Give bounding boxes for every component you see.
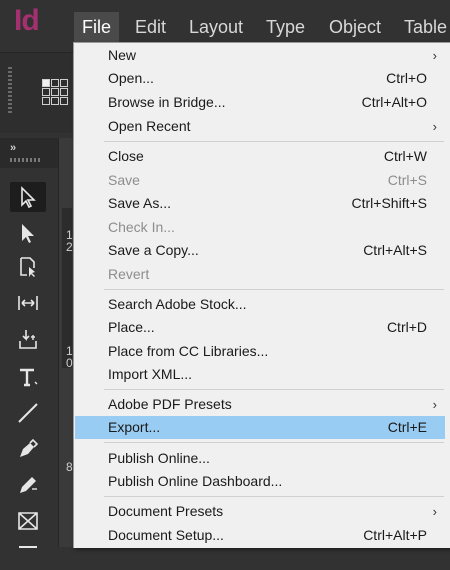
menu-item-revert: Revert xyxy=(108,266,150,282)
page-tool[interactable] xyxy=(10,252,46,282)
content-collector-tool[interactable] xyxy=(10,324,46,354)
control-panel xyxy=(0,53,72,133)
menu-item-document-presets[interactable]: Document Presets › xyxy=(75,500,445,523)
menu-item-place[interactable]: Place... Ctrl+D xyxy=(75,316,445,339)
menu-type[interactable]: Type xyxy=(258,12,313,42)
menu-separator xyxy=(104,442,444,443)
menu-item-save-as[interactable]: Save As... Ctrl+Shift+S xyxy=(75,192,445,215)
direct-selection-arrow-icon xyxy=(22,224,34,243)
menu-item-document-setup[interactable]: Document Setup... Ctrl+Alt+P xyxy=(75,524,445,547)
menu-separator xyxy=(104,141,444,142)
menu-item-save-a-copy[interactable]: Save a Copy... Ctrl+Alt+S xyxy=(75,239,445,262)
type-tool[interactable] xyxy=(10,362,46,392)
direct-selection-tool[interactable] xyxy=(10,218,46,248)
pen-tool-icon xyxy=(20,438,39,457)
menu-item-search-adobe-stock[interactable]: Search Adobe Stock... xyxy=(75,293,445,316)
doc-mark: 8 xyxy=(66,460,73,474)
menu-item-browse-in-bridge[interactable]: Browse in Bridge... Ctrl+Alt+O xyxy=(75,91,445,114)
submenu-arrow-icon: › xyxy=(432,48,437,63)
menu-layout[interactable]: Layout xyxy=(181,12,251,42)
menu-file[interactable]: File xyxy=(74,12,120,42)
menu-item-export[interactable]: Export... Ctrl+E xyxy=(75,416,445,439)
menu-item-place-from-cc-libraries[interactable]: Place from CC Libraries... xyxy=(75,340,445,363)
selection-tool[interactable] xyxy=(10,182,46,212)
pen-tool[interactable] xyxy=(10,434,46,464)
pencil-tool-icon xyxy=(20,477,37,493)
menu-object[interactable]: Object xyxy=(321,12,389,42)
content-collector-icon xyxy=(19,330,37,349)
type-tool-icon xyxy=(20,368,38,387)
menu-item-close[interactable]: Close Ctrl+W xyxy=(75,145,445,168)
line-tool[interactable] xyxy=(10,398,46,428)
selection-arrow-icon xyxy=(21,186,36,209)
menu-separator xyxy=(104,389,444,390)
collapse-icon[interactable]: » xyxy=(10,142,16,154)
menu-edit[interactable]: Edit xyxy=(127,12,174,42)
menu-table[interactable]: Table xyxy=(396,12,450,42)
submenu-arrow-icon: › xyxy=(432,397,437,412)
submenu-arrow-icon: › xyxy=(432,119,437,134)
reference-point-icon[interactable] xyxy=(42,79,70,113)
menu-item-adobe-pdf-presets[interactable]: Adobe PDF Presets › xyxy=(75,393,445,416)
menu-separator xyxy=(104,289,444,290)
menu-item-save: Save Ctrl+S xyxy=(108,172,427,188)
rectangle-frame-tool[interactable] xyxy=(10,506,46,536)
doc-mark: 2 xyxy=(66,240,73,254)
menu-item-open[interactable]: Open... Ctrl+O xyxy=(75,67,445,90)
menu-item-publish-online[interactable]: Publish Online... xyxy=(75,447,445,470)
gap-tool[interactable] xyxy=(10,288,46,318)
pencil-tool[interactable] xyxy=(10,470,46,500)
gap-tool-icon xyxy=(18,296,38,310)
menu-item-open-recent[interactable]: Open Recent › xyxy=(75,115,445,138)
tools-panel-header: » xyxy=(0,138,58,168)
menu-item-import-xml[interactable]: Import XML... xyxy=(75,363,445,386)
submenu-arrow-icon: › xyxy=(432,504,437,519)
rectangle-frame-icon xyxy=(18,512,38,530)
doc-mark: 0 xyxy=(66,356,73,370)
page-tool-icon xyxy=(20,257,35,277)
menu-item-publish-online-dashboard[interactable]: Publish Online Dashboard... xyxy=(75,470,445,493)
line-tool-icon xyxy=(18,403,38,423)
menu-item-new[interactable]: New › xyxy=(75,44,445,67)
rectangle-tool[interactable] xyxy=(10,540,46,570)
file-menu: New › Open... Ctrl+O Browse in Bridge... Ct… xyxy=(73,42,450,548)
menu-item-check-in: Check In... xyxy=(108,219,175,235)
menu-separator xyxy=(104,496,444,497)
tools-panel: » xyxy=(0,138,59,548)
panel-grip[interactable] xyxy=(8,67,12,113)
indesign-logo: Id xyxy=(14,4,40,37)
panel-grip[interactable] xyxy=(10,158,40,162)
